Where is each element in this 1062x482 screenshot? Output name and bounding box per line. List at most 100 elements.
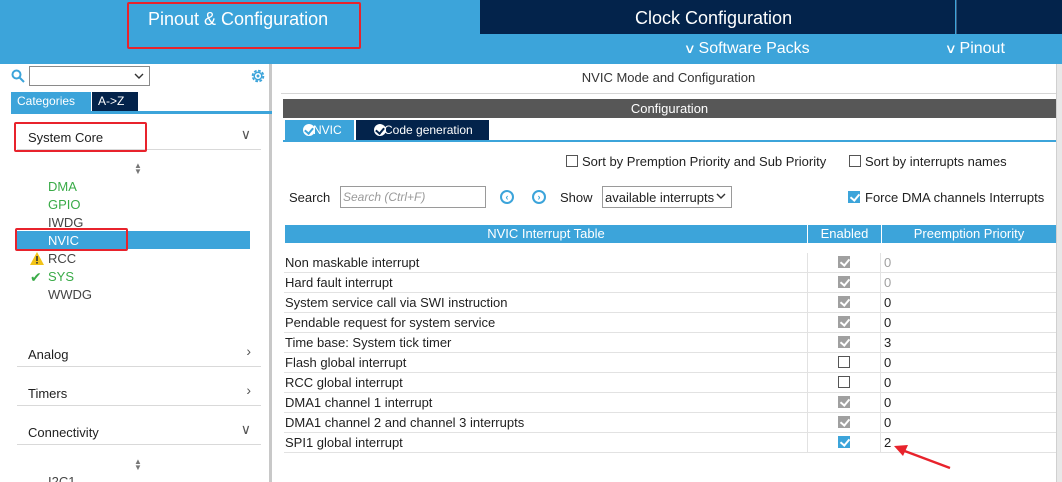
annotation-arrow-icon xyxy=(894,445,951,470)
table-row[interactable]: RCC global interrupt 0 xyxy=(284,373,1056,393)
enabled-checkbox xyxy=(838,336,850,348)
interrupt-name: DMA1 channel 1 interrupt xyxy=(285,395,433,410)
gear-icon[interactable] xyxy=(249,67,267,85)
preemption-priority[interactable]: 0 xyxy=(884,275,891,290)
table-row[interactable]: Non maskable interrupt 0 xyxy=(284,253,1056,273)
chevron-down-icon: ∨ xyxy=(944,41,957,56)
tab-nvic[interactable]: NVIC xyxy=(285,120,354,140)
configuration-header: Configuration xyxy=(283,99,1056,118)
pinout-label: Pinout xyxy=(959,40,1005,57)
column-header-enabled[interactable]: Enabled xyxy=(808,225,881,243)
chevron-down-icon: ∨ xyxy=(240,126,251,142)
sort-premption-checkbox[interactable] xyxy=(566,155,578,167)
vertical-scrollbar[interactable] xyxy=(1056,64,1062,482)
tab-categories[interactable]: Categories xyxy=(11,92,91,111)
software-packs-label: Software Packs xyxy=(698,40,810,57)
chevron-down-icon: ∨ xyxy=(240,421,251,437)
preemption-priority[interactable]: 0 xyxy=(884,355,891,370)
enabled-cell xyxy=(807,333,881,353)
check-circle-icon xyxy=(374,124,386,136)
pinout-menu[interactable]: ∨ Pinout xyxy=(944,40,1005,58)
tab-code-generation[interactable]: Code generation xyxy=(356,120,489,140)
enabled-cell xyxy=(807,393,881,413)
tab-code-generation-label: Code generation xyxy=(384,123,473,137)
software-packs-menu[interactable]: ∨ Software Packs xyxy=(684,40,810,58)
next-icon[interactable]: › xyxy=(532,190,546,204)
preemption-priority[interactable]: 0 xyxy=(884,395,891,410)
enabled-checkbox xyxy=(838,416,850,428)
scroll-up-down-icon[interactable]: ▲ ▼ xyxy=(134,458,142,472)
group-connectivity[interactable]: Connectivity ∨ xyxy=(17,419,261,445)
list-item-wwdg[interactable]: WWDG xyxy=(48,287,92,302)
table-row[interactable]: Time base: System tick timer 3 xyxy=(284,333,1056,353)
group-system-core-label: System Core xyxy=(28,130,104,145)
divider xyxy=(281,93,1056,94)
search-combo[interactable] xyxy=(29,66,150,86)
list-item-nvic[interactable]: NVIC xyxy=(48,233,79,248)
table-row[interactable]: DMA1 channel 1 interrupt 0 xyxy=(284,393,1056,413)
preemption-priority[interactable]: 3 xyxy=(884,335,891,350)
sort-premption-label: Sort by Premption Priority and Sub Prior… xyxy=(582,154,827,169)
interrupt-name: RCC global interrupt xyxy=(285,375,403,390)
list-item-gpio[interactable]: GPIO xyxy=(48,197,81,212)
list-item-i2c1[interactable]: I2C1 xyxy=(48,474,75,482)
table-row[interactable]: System service call via SWI instruction 0 xyxy=(284,293,1056,313)
enabled-checkbox[interactable] xyxy=(838,356,850,368)
interrupt-name: Flash global interrupt xyxy=(285,355,407,370)
search-label: Search xyxy=(289,190,331,205)
interrupt-name: System service call via SWI instruction xyxy=(285,295,508,310)
enabled-checkbox xyxy=(838,256,850,268)
group-timers[interactable]: Timers › xyxy=(17,380,261,406)
column-header-interrupt[interactable]: NVIC Interrupt Table xyxy=(285,225,807,243)
preemption-priority[interactable]: 0 xyxy=(884,295,891,310)
config-tab-underline xyxy=(283,140,1056,142)
warning-icon xyxy=(30,252,44,265)
table-row[interactable]: Flash global interrupt 0 xyxy=(284,353,1056,373)
chevron-right-icon: › xyxy=(246,382,251,398)
interrupt-name: Time base: System tick timer xyxy=(285,335,452,350)
enabled-cell xyxy=(807,273,881,293)
scroll-up-down-icon[interactable]: ▲ ▼ xyxy=(134,162,142,176)
chevron-down-icon xyxy=(134,73,144,79)
list-item-sys[interactable]: SYS xyxy=(48,269,74,284)
enabled-cell xyxy=(807,373,881,393)
enabled-cell xyxy=(807,433,881,453)
chevron-right-icon: › xyxy=(246,343,251,359)
enabled-cell xyxy=(807,293,881,313)
table-row[interactable]: Hard fault interrupt 0 xyxy=(284,273,1056,293)
preemption-priority[interactable]: 0 xyxy=(884,255,891,270)
search-input[interactable]: Search (Ctrl+F) xyxy=(340,186,486,208)
enabled-checkbox[interactable] xyxy=(838,376,850,388)
tab-a-to-z[interactable]: A->Z xyxy=(92,92,138,111)
tab-nvic-label: NVIC xyxy=(313,123,342,137)
group-connectivity-label: Connectivity xyxy=(28,425,99,440)
preemption-priority[interactable]: 0 xyxy=(884,375,891,390)
table-row[interactable]: Pendable request for system service 0 xyxy=(284,313,1056,333)
enabled-checkbox[interactable] xyxy=(838,436,850,448)
search-icon[interactable] xyxy=(11,69,25,83)
group-timers-label: Timers xyxy=(28,386,68,401)
sort-names-checkbox[interactable] xyxy=(849,155,861,167)
show-select-value: available interrupts xyxy=(605,190,715,205)
tab-pinout-configuration[interactable]: Pinout & Configuration xyxy=(0,0,480,38)
show-select[interactable]: available interrupts xyxy=(602,186,732,208)
preemption-priority[interactable]: 0 xyxy=(884,415,891,430)
enabled-cell xyxy=(807,253,881,273)
group-analog[interactable]: Analog › xyxy=(17,341,261,367)
tab-extra[interactable] xyxy=(956,0,1062,34)
list-item-rcc[interactable]: RCC xyxy=(48,251,76,266)
force-dma-checkbox[interactable] xyxy=(848,191,860,203)
chevron-down-icon xyxy=(716,193,726,199)
interrupt-name: Pendable request for system service xyxy=(285,315,496,330)
enabled-checkbox xyxy=(838,276,850,288)
preemption-priority[interactable]: 0 xyxy=(884,315,891,330)
interrupt-name: Hard fault interrupt xyxy=(285,275,393,290)
previous-icon[interactable]: ‹ xyxy=(500,190,514,204)
column-header-preemption[interactable]: Preemption Priority xyxy=(882,225,1056,243)
tab-clock-configuration[interactable]: Clock Configuration xyxy=(480,0,955,34)
list-item-dma[interactable]: DMA xyxy=(48,179,77,194)
enabled-checkbox xyxy=(838,396,850,408)
table-row[interactable]: DMA1 channel 2 and channel 3 interrupts 0 xyxy=(284,413,1056,433)
list-item-iwdg[interactable]: IWDG xyxy=(48,215,83,230)
group-system-core[interactable]: System Core ∨ xyxy=(17,124,261,150)
